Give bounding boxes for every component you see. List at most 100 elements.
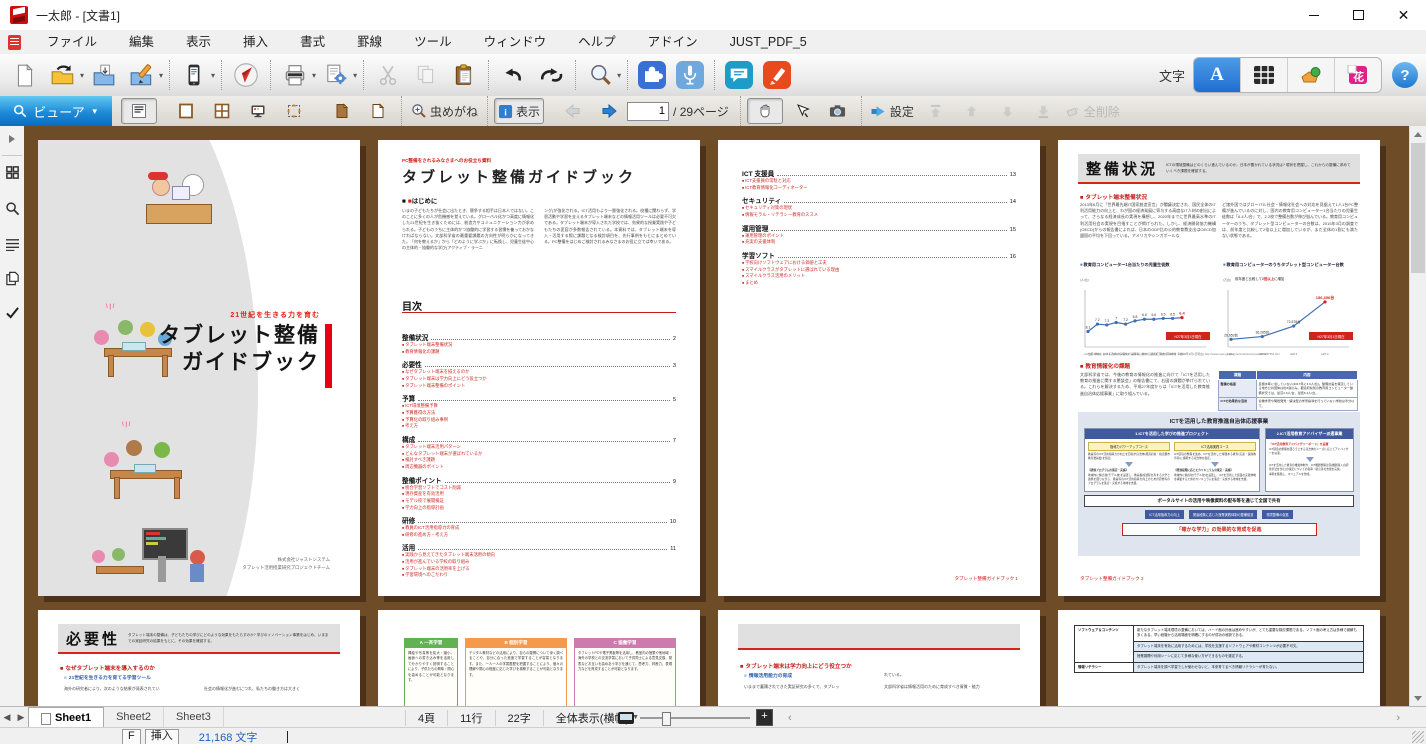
tab-scroll-left[interactable]: ◀ <box>0 712 14 723</box>
menu-item-10[interactable]: JUST_PDF_5 <box>714 30 823 54</box>
paste-button[interactable] <box>446 57 482 93</box>
page-thumbnail-3[interactable]: ICT 支援員13ICT支援員の常駐と対応ICT教育情報化コーディネーターセキュ… <box>718 140 1040 596</box>
select-tool-button[interactable] <box>785 99 819 123</box>
print-dropdown[interactable]: ▾ <box>312 71 316 80</box>
svg-text:8.1: 8.1 <box>1086 325 1091 329</box>
jump-last-button[interactable] <box>1027 99 1061 123</box>
page-thumbnail-6[interactable]: A 一斉学習挿絵や写真等を拡大・縮小、画面への書き込み等を活用して分かりやすく説… <box>378 610 700 706</box>
zoom-slider[interactable] <box>640 717 750 719</box>
jump-down-button[interactable] <box>991 99 1025 123</box>
search-dropdown[interactable]: ▾ <box>617 71 621 80</box>
minimize-button[interactable] <box>1291 0 1336 30</box>
scroll-down-button[interactable] <box>1410 690 1426 706</box>
scroll-up-button[interactable] <box>1410 126 1426 142</box>
page-thumbnail-4[interactable]: 整備状況 ICTの環境整備はどのくらい進んでいるのか。日本が置かれている状況は?… <box>1058 140 1380 596</box>
vertical-scrollbar[interactable] <box>1409 126 1426 706</box>
menu-item-5[interactable]: 罫線 <box>341 30 398 54</box>
page-thumbnail-5[interactable]: 必要性 タブレット端末の整備は、子どもたちの学びにどのような効果をもたらすのか?… <box>38 610 360 706</box>
viewer-device-dropdown[interactable]: ▾ <box>211 71 215 80</box>
text-page-view-button[interactable] <box>121 98 157 124</box>
viewer-device-button[interactable] <box>176 57 212 93</box>
menu-item-4[interactable]: 書式 <box>284 30 341 54</box>
jump-up-button[interactable] <box>955 99 989 123</box>
insert-parts-button[interactable] <box>634 57 670 93</box>
page-thumbnail-7[interactable]: タブレット端末は学力向上にどう役立つか 情報活用能力の育成 いままで蓄積されてき… <box>718 610 1040 706</box>
print-settings-dropdown[interactable]: ▾ <box>353 71 357 80</box>
camera-tool-button[interactable] <box>821 99 855 123</box>
resize-grip[interactable] <box>1412 731 1424 743</box>
sidebar-pages-button[interactable] <box>0 265 24 291</box>
fit-view-button[interactable] <box>277 99 311 123</box>
single-page-view-button[interactable] <box>169 99 203 123</box>
grid-view-button[interactable] <box>205 99 239 123</box>
insert-mode-button[interactable]: 挿入 <box>145 729 179 744</box>
sheet-tab-sheet1[interactable]: Sheet1 <box>28 707 104 729</box>
scrollbar-thumb[interactable] <box>1411 143 1425 273</box>
delete-all-button[interactable]: 全削除 <box>1063 99 1123 123</box>
new-document-button[interactable] <box>7 57 43 93</box>
close-button[interactable]: ✕ <box>1381 0 1426 30</box>
save-as-button[interactable] <box>124 57 160 93</box>
search-button[interactable] <box>582 57 618 93</box>
zoom-in-button[interactable]: + <box>756 709 773 726</box>
page-thumbnail-8[interactable]: ソフトウェア＆コンテンツ新たなタブレット端末環境の整備においては、ハード面の計画… <box>1058 610 1380 706</box>
page-thumbnail-1[interactable]: \ | / \ | / <box>38 140 360 596</box>
page-thumbnail-2[interactable]: PC整備をされるみなさまへのお役立ち資料 タブレット整備ガイドブック ■はじめに… <box>378 140 700 596</box>
sidebar-expand-button[interactable] <box>0 126 24 152</box>
sidebar-list-button[interactable] <box>0 231 24 257</box>
document-canvas[interactable]: \ | / \ | / <box>24 126 1410 706</box>
menu-item-3[interactable]: 挿入 <box>227 30 284 54</box>
fit-monitor-icon[interactable] <box>618 712 634 724</box>
menu-item-2[interactable]: 表示 <box>170 30 227 54</box>
sidebar-search-button[interactable] <box>0 195 24 221</box>
print-button[interactable] <box>277 57 313 93</box>
page-number-input[interactable] <box>627 102 669 121</box>
navigation-button[interactable] <box>228 57 264 93</box>
text-mode-button[interactable]: A <box>1194 58 1241 92</box>
hscroll-right-button[interactable]: › <box>1396 712 1400 724</box>
marker-settings-button[interactable]: 設定 <box>868 99 917 123</box>
undo-button[interactable] <box>495 57 531 93</box>
comment-button[interactable] <box>721 57 757 93</box>
save-button[interactable] <box>86 57 122 93</box>
jump-first-button[interactable] <box>919 99 953 123</box>
print-settings-button[interactable] <box>318 57 354 93</box>
display-toggle-button[interactable]: i 表示 <box>494 98 544 124</box>
menu-item-9[interactable]: アドイン <box>632 30 714 54</box>
menu-item-1[interactable]: 編集 <box>113 30 170 54</box>
cut-button[interactable] <box>370 57 406 93</box>
presentation-view-button[interactable] <box>241 99 275 123</box>
hscroll-left-button[interactable]: ‹ <box>788 712 792 724</box>
zoom-slider-thumb[interactable] <box>662 712 671 726</box>
viewer-menu-button[interactable]: ビューア ▼ <box>0 96 112 126</box>
maximize-button[interactable] <box>1336 0 1381 30</box>
help-button[interactable]: ? <box>1392 62 1418 88</box>
horizontal-scrollbar[interactable]: ‹ › <box>788 707 1400 728</box>
save-as-dropdown[interactable]: ▾ <box>159 71 163 80</box>
hanako-button[interactable]: 花 <box>1335 58 1381 92</box>
marker-button[interactable] <box>759 57 795 93</box>
menu-item-6[interactable]: ツール <box>398 30 468 54</box>
copy-button[interactable] <box>408 57 444 93</box>
open-dropdown[interactable]: ▾ <box>80 71 84 80</box>
menu-item-0[interactable]: ファイル <box>31 30 113 54</box>
tab-scroll-right[interactable]: ▶ <box>14 712 28 723</box>
page-fold-outline-button[interactable] <box>361 99 395 123</box>
sidebar-thumbnails-button[interactable] <box>0 159 24 185</box>
loupe-button[interactable]: 虫めがね <box>408 99 481 123</box>
page-back-button[interactable] <box>556 99 590 123</box>
redo-button[interactable] <box>533 57 569 93</box>
sheet-tab-sheet2[interactable]: Sheet2 <box>104 707 164 728</box>
sidebar-check-button[interactable] <box>0 299 24 325</box>
menu-item-7[interactable]: ウィンドウ <box>468 30 563 54</box>
page-fold-filled-button[interactable] <box>325 99 359 123</box>
table-mode-button[interactable] <box>1241 58 1288 92</box>
page-forward-button[interactable] <box>592 99 626 123</box>
open-button[interactable] <box>45 57 81 93</box>
voice-input-button[interactable] <box>672 57 708 93</box>
function-key-button[interactable]: F <box>122 729 141 744</box>
graphic-mode-button[interactable] <box>1288 58 1335 92</box>
hand-tool-button[interactable] <box>747 98 783 124</box>
sheet-tab-sheet3[interactable]: Sheet3 <box>164 707 224 728</box>
menu-item-8[interactable]: ヘルプ <box>562 30 632 54</box>
